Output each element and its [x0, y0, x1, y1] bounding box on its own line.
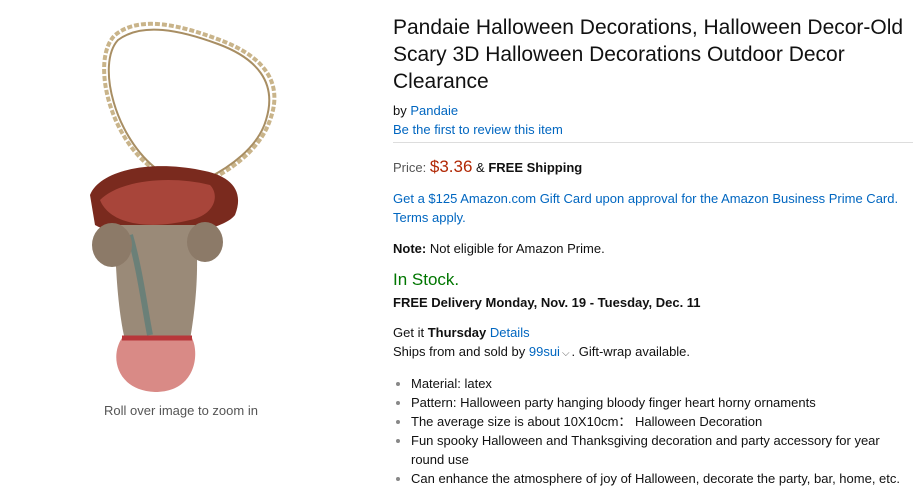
chevron-down-icon[interactable]: ⌵ — [562, 348, 570, 359]
bullet-text: Pattern: Halloween party hanging bloody … — [411, 395, 816, 410]
note-row: Note: Not eligible for Amazon Prime. — [393, 241, 913, 256]
bullet-text: Material: latex — [411, 376, 492, 391]
note-text: Not eligible for Amazon Prime. — [429, 241, 605, 256]
get-it-row: Get it Thursday Details — [393, 323, 913, 342]
details-link[interactable]: Details — [490, 325, 530, 340]
product-image[interactable] — [70, 20, 310, 395]
price-label: Price: — [393, 160, 427, 175]
review-row: Be the first to review this item — [393, 120, 913, 139]
list-item: Material: latex — [411, 374, 913, 393]
product-details: Pandaie Halloween Decorations, Halloween… — [393, 14, 913, 488]
review-link[interactable]: Be the first to review this item — [393, 122, 563, 137]
gift-card-link[interactable]: Get a $125 Amazon.com Gift Card upon app… — [393, 191, 898, 225]
delivery-info: FREE Delivery Monday, Nov. 19 - Tuesday,… — [393, 295, 701, 310]
bullet-text: Fun spooky Halloween and Thanksgiving de… — [411, 433, 880, 467]
list-item: Fun spooky Halloween and Thanksgiving de… — [411, 431, 913, 469]
shipping-label: FREE Shipping — [488, 160, 583, 175]
list-item: Can enhance the atmosphere of joy of Hal… — [411, 469, 913, 488]
image-column: Roll over image to zoom in — [0, 0, 370, 500]
gift-card-offer: Get a $125 Amazon.com Gift Card upon app… — [393, 189, 913, 227]
price-value: $3.36 — [429, 157, 473, 176]
stock-status: In Stock. — [393, 270, 460, 289]
list-item: Pattern: Halloween party hanging bloody … — [411, 393, 913, 412]
ships-prefix: Ships from and sold by — [393, 344, 526, 359]
note-label: Note: — [393, 241, 427, 256]
ships-suffix: . Gift-wrap available. — [571, 344, 691, 359]
bullet-text: Can enhance the atmosphere of joy of Hal… — [411, 471, 900, 486]
bullet-text: The average size is about 10X10cm： Hallo… — [411, 414, 763, 429]
product-title: Pandaie Halloween Decorations, Halloween… — [393, 16, 904, 93]
price-separator: & — [476, 160, 485, 175]
zoom-hint: Roll over image to zoom in — [104, 403, 258, 418]
get-it-day: Thursday — [427, 325, 487, 340]
seller-link[interactable]: 99sui — [529, 344, 560, 359]
list-item: The average size is about 10X10cm： Hallo… — [411, 412, 913, 431]
byline: by Pandaie — [393, 101, 913, 120]
ships-from-row: Ships from and sold by 99sui ⌵. Gift-wrap… — [393, 342, 913, 363]
by-label: by — [393, 103, 407, 118]
brand-link[interactable]: Pandaie — [410, 103, 458, 118]
feature-bullets: Material: latex Pattern: Halloween party… — [393, 374, 913, 488]
get-it-prefix: Get it — [393, 325, 425, 340]
price-row: Price: $3.36 & FREE Shipping — [393, 157, 913, 177]
divider — [393, 142, 913, 143]
